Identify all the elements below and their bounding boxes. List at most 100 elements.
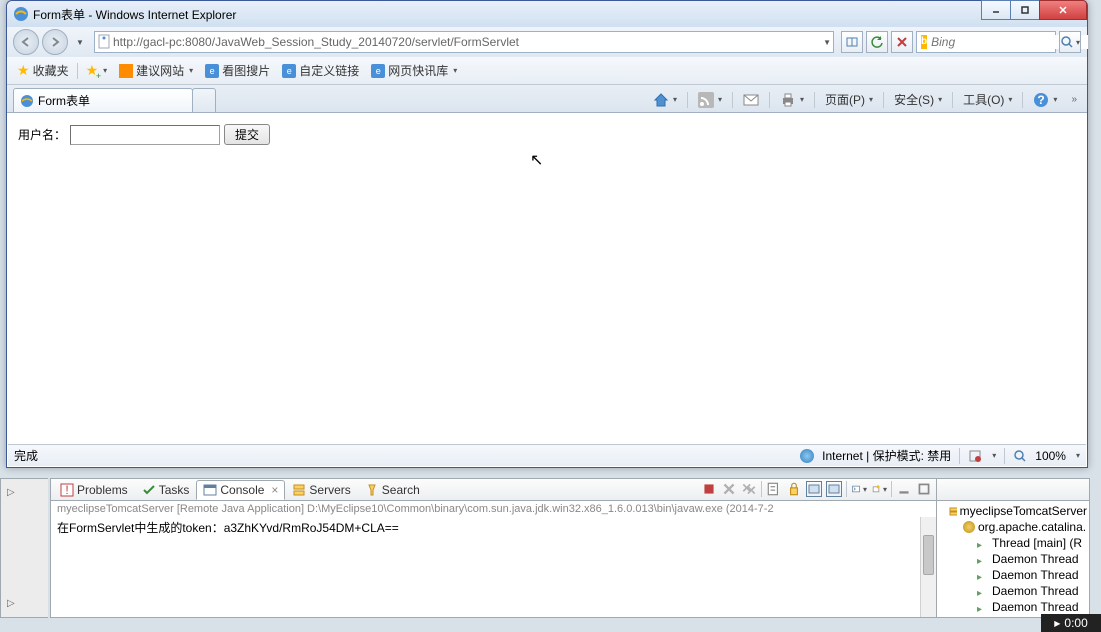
e-icon: e xyxy=(371,64,385,78)
status-text: 完成 xyxy=(14,447,38,464)
recent-dropdown[interactable]: ▼ xyxy=(71,31,87,53)
status-bar: 完成 Internet | 保护模式: 禁用 ▾ 100% ▾ xyxy=(8,444,1086,466)
minimize-view-button[interactable] xyxy=(896,481,912,497)
tree-daemon[interactable]: Daemon Thread xyxy=(937,583,1089,599)
minimize-button[interactable] xyxy=(981,0,1011,20)
tree-daemon[interactable]: Daemon Thread xyxy=(937,567,1089,583)
problems-icon: ! xyxy=(60,483,74,497)
servers-icon xyxy=(292,483,306,497)
address-bar[interactable]: ▼ xyxy=(94,31,834,53)
gear-icon xyxy=(963,521,975,533)
safety-menu[interactable]: 安全(S)▾ xyxy=(890,89,946,110)
thread-icon xyxy=(977,537,989,549)
favorites-button[interactable]: ★收藏夹 xyxy=(13,60,73,81)
taskbar-time[interactable]: 0:00 xyxy=(1041,614,1101,632)
custom-links[interactable]: e自定义链接 xyxy=(278,60,363,81)
tab-active[interactable]: Form表单 xyxy=(13,88,193,112)
home-icon xyxy=(653,92,669,108)
console-output[interactable]: 在FormServlet中生成的token：a3ZhKYvd/RmRoJ54DM… xyxy=(51,517,936,617)
print-button[interactable]: ▾ xyxy=(776,90,808,110)
print-icon xyxy=(780,92,796,108)
tools-menu[interactable]: 工具(O)▾ xyxy=(959,89,1016,110)
feeds-button[interactable]: ▾ xyxy=(694,90,726,110)
form-row: 用户名： 提交 xyxy=(18,124,1076,145)
submit-button[interactable]: 提交 xyxy=(224,124,270,145)
page-menu[interactable]: 页面(P)▾ xyxy=(821,89,877,110)
gutter-arrow-icon[interactable]: ▷ xyxy=(7,487,15,498)
image-search-link[interactable]: e看图搜片 xyxy=(201,60,274,81)
tree-daemon[interactable]: Daemon Thread xyxy=(937,599,1089,615)
orange-icon xyxy=(119,64,133,78)
star-add-icon: ★+ xyxy=(86,62,99,79)
globe-icon xyxy=(800,449,814,463)
tab-search[interactable]: Search xyxy=(358,480,427,500)
remove-launch-button[interactable] xyxy=(721,481,737,497)
search-button[interactable]: ▾ xyxy=(1059,31,1081,53)
flashlight-icon xyxy=(365,483,379,497)
web-slice[interactable]: e网页快讯库▾ xyxy=(367,60,461,81)
e-icon: e xyxy=(282,64,296,78)
tab-servers[interactable]: Servers xyxy=(285,480,357,500)
compat-button[interactable] xyxy=(841,31,863,53)
search-box[interactable]: b xyxy=(916,31,1056,53)
suggested-sites[interactable]: 建议网站▾ xyxy=(115,60,197,81)
server-icon xyxy=(949,505,957,517)
back-button[interactable] xyxy=(13,29,39,55)
scrollbar[interactable] xyxy=(920,517,936,617)
tree-thread-main[interactable]: Thread [main] (R xyxy=(937,535,1089,551)
scrollbar-thumb[interactable] xyxy=(923,535,934,575)
thread-icon xyxy=(977,553,989,565)
thread-icon xyxy=(977,585,989,597)
bing-icon: b xyxy=(921,35,927,49)
add-fav-button[interactable]: ★+▾ xyxy=(82,60,112,81)
zoom-dropdown[interactable]: ▾ xyxy=(1076,451,1080,460)
remove-all-button[interactable] xyxy=(741,481,757,497)
open-console-button[interactable]: ▾ xyxy=(871,481,887,497)
chevron-button[interactable]: » xyxy=(1067,92,1081,107)
zoom-text: 100% xyxy=(1035,449,1066,463)
home-button[interactable]: ▾ xyxy=(649,90,681,110)
new-tab-button[interactable] xyxy=(192,88,216,112)
forward-button[interactable] xyxy=(42,29,68,55)
close-icon[interactable]: × xyxy=(271,483,278,497)
tab-tasks[interactable]: Tasks xyxy=(135,480,197,500)
page-icon xyxy=(97,34,113,50)
thread-icon xyxy=(977,601,989,613)
zone-text: Internet | 保护模式: 禁用 xyxy=(822,447,951,464)
star-icon: ★ xyxy=(17,62,30,79)
debug-view: myeclipseTomcatServer org.apache.catalin… xyxy=(937,479,1089,617)
terminate-button[interactable] xyxy=(701,481,717,497)
close-button[interactable] xyxy=(1039,0,1087,20)
pin-console-button[interactable] xyxy=(826,481,842,497)
maximize-view-button[interactable] xyxy=(916,481,932,497)
svg-text:!: ! xyxy=(65,483,68,497)
tab-problems[interactable]: !Problems xyxy=(53,480,135,500)
mail-button[interactable] xyxy=(739,90,763,110)
tree-daemon[interactable]: Daemon Thread xyxy=(937,551,1089,567)
maximize-button[interactable] xyxy=(1010,0,1040,20)
username-input[interactable] xyxy=(70,125,220,145)
eclipse-panel: !Problems Tasks Console× Servers Search … xyxy=(50,478,1090,618)
url-input[interactable] xyxy=(113,35,821,49)
console-tabs: !Problems Tasks Console× Servers Search … xyxy=(51,479,936,501)
scroll-lock-button[interactable] xyxy=(786,481,802,497)
gutter-arrow-icon[interactable]: ▷ xyxy=(7,598,15,609)
tasks-icon xyxy=(142,483,156,497)
show-console-button[interactable] xyxy=(806,481,822,497)
display-button[interactable]: ▾ xyxy=(851,481,867,497)
stop-button[interactable] xyxy=(891,31,913,53)
tab-console[interactable]: Console× xyxy=(196,480,285,500)
tree-server[interactable]: myeclipseTomcatServer xyxy=(937,503,1089,519)
url-dropdown-icon[interactable]: ▼ xyxy=(823,38,831,47)
help-button[interactable]: ?▾ xyxy=(1029,90,1061,110)
rss-icon xyxy=(698,92,714,108)
protected-mode-icon[interactable] xyxy=(968,449,982,463)
ie-window: Form表单 - Windows Internet Explorer ▼ ▼ b… xyxy=(6,0,1088,468)
refresh-button[interactable] xyxy=(866,31,888,53)
window-title: Form表单 - Windows Internet Explorer xyxy=(33,6,236,23)
zoom-icon[interactable] xyxy=(1013,449,1027,463)
e-icon: e xyxy=(205,64,219,78)
clear-console-button[interactable] xyxy=(766,481,782,497)
tree-catalina[interactable]: org.apache.catalina. xyxy=(937,519,1089,535)
debug-header xyxy=(937,479,1089,501)
